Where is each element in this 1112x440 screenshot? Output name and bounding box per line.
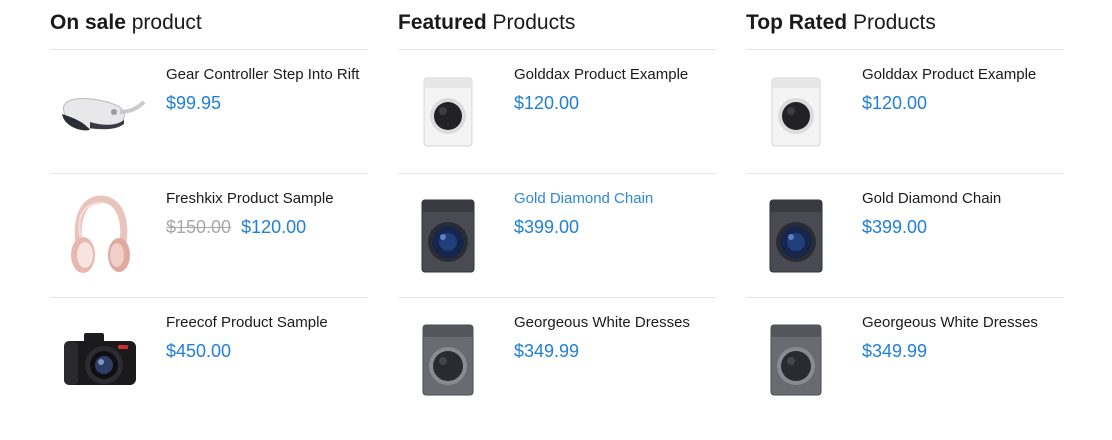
product-price-group: $120.00 [514,91,716,115]
product-info: Georgeous White Dresses $349.99 [514,313,716,363]
column-title-light: Products [852,11,936,34]
product-name-link[interactable]: Freecof Product Sample [166,313,368,333]
product-price: $120.00 [862,93,928,113]
product-name-link[interactable]: Gear Controller Step Into Rift [166,65,368,85]
product-price-group: $99.95 [166,91,368,115]
product-info: Golddax Product Example $120.00 [862,65,1064,115]
vr-headset-icon [62,98,146,131]
product-item: Golddax Product Example $120.00 [746,50,1064,174]
product-item: Gold Diamond Chain $399.00 [746,174,1064,298]
product-price: $450.00 [166,341,232,361]
product-price-group: $399.00 [862,215,1064,239]
product-name-link[interactable]: Freshkix Product Sample [166,189,368,209]
product-price-group: $349.99 [862,339,1064,363]
product-item: Georgeous White Dresses $349.99 [398,298,716,421]
product-old-price: $150.00 [166,217,232,237]
product-price: $120.00 [241,217,307,237]
product-item: Gold Diamond Chain $399.00 [398,174,716,298]
headphones-icon [71,195,130,273]
product-image-link[interactable] [50,62,150,162]
column-title-strong: Featured [398,11,487,34]
dark-washer-icon [769,199,823,273]
white-washer-icon [771,77,821,147]
featured-column: Featured Products Golddax Product Exampl… [398,0,716,421]
product-widgets: On sale product Gear Controller Step Int… [0,0,1112,440]
product-name-link[interactable]: Gold Diamond Chain [862,189,1064,209]
product-info: Freecof Product Sample $450.00 [166,313,368,363]
product-price-group: $150.00 $120.00 [166,215,368,239]
grey-washer-icon [770,324,822,396]
product-image-link[interactable] [746,310,846,410]
product-item: Freshkix Product Sample $150.00 $120.00 [50,174,368,298]
product-price-group: $120.00 [862,91,1064,115]
product-name-link[interactable]: Golddax Product Example [514,65,716,85]
product-info: Gold Diamond Chain $399.00 [514,189,716,239]
dark-washer-icon [421,199,475,273]
on-sale-column: On sale product Gear Controller Step Int… [50,0,368,421]
product-info: Golddax Product Example $120.00 [514,65,716,115]
grey-washer-icon [422,324,474,396]
column-title: On sale product [50,0,368,50]
product-info: Gold Diamond Chain $399.00 [862,189,1064,239]
product-price: $399.00 [514,217,580,237]
product-name-link[interactable]: Georgeous White Dresses [862,313,1064,333]
product-item: Gear Controller Step Into Rift $99.95 [50,50,368,174]
column-title: Top Rated Products [746,0,1064,50]
product-name-link[interactable]: Golddax Product Example [862,65,1064,85]
product-item: Freecof Product Sample $450.00 [50,298,368,421]
product-image-link[interactable] [398,62,498,162]
column-title-strong: Top Rated [746,11,848,34]
product-price: $399.00 [862,217,928,237]
product-price-group: $450.00 [166,339,368,363]
product-image-link[interactable] [746,186,846,286]
product-image-link[interactable] [50,310,150,410]
product-image-link[interactable] [398,186,498,286]
product-image-link[interactable] [398,310,498,410]
column-title-light: product [131,11,202,34]
white-washer-icon [423,77,473,147]
product-price: $349.99 [514,341,580,361]
column-title-light: Products [492,11,576,34]
product-image-link[interactable] [746,62,846,162]
product-name-link[interactable]: Georgeous White Dresses [514,313,716,333]
column-title: Featured Products [398,0,716,50]
product-price-group: $349.99 [514,339,716,363]
product-info: Gear Controller Step Into Rift $99.95 [166,65,368,115]
product-price: $349.99 [862,341,928,361]
product-price: $120.00 [514,93,580,113]
product-item: Georgeous White Dresses $349.99 [746,298,1064,421]
product-image-link[interactable] [50,186,150,286]
product-item: Golddax Product Example $120.00 [398,50,716,174]
top-rated-column: Top Rated Products Golddax Product Examp… [746,0,1064,421]
product-price-group: $399.00 [514,215,716,239]
product-price: $99.95 [166,93,222,113]
product-name-link[interactable]: Gold Diamond Chain [514,189,716,209]
camera-icon [64,333,136,385]
column-title-strong: On sale [50,11,126,34]
product-info: Freshkix Product Sample $150.00 $120.00 [166,189,368,239]
product-info: Georgeous White Dresses $349.99 [862,313,1064,363]
